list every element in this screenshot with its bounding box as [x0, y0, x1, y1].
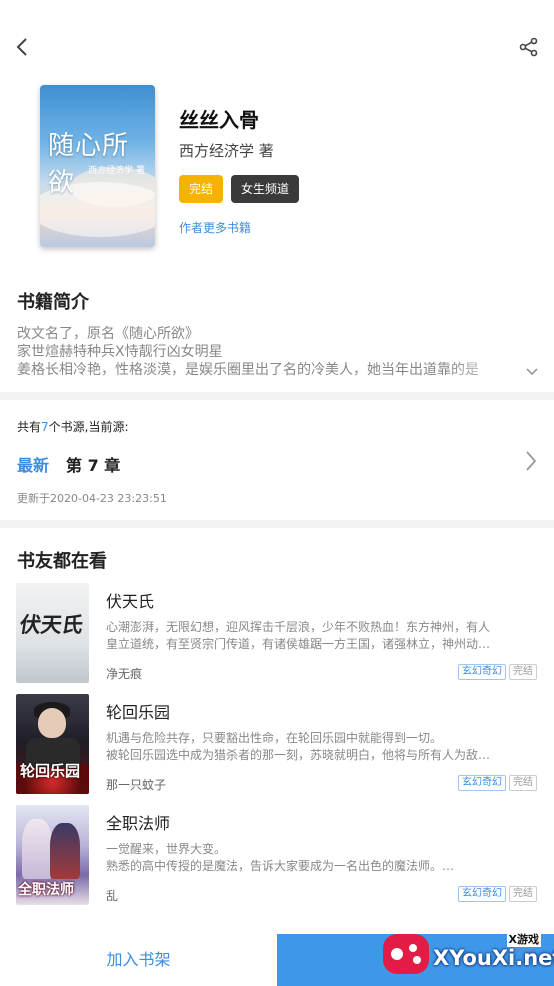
chevron-right-icon[interactable] — [524, 450, 538, 472]
chevron-left-icon — [16, 38, 27, 56]
gamepad-icon — [383, 934, 429, 974]
status-badge: 完结 — [509, 664, 537, 680]
thumb-figure — [22, 819, 52, 879]
watermark-brand: XYouXi.net — [433, 946, 554, 970]
intro-line: 家世煊赫特种兵X恃靓行凶女明星 — [17, 344, 223, 360]
rec-book-title: 伏天氏 — [106, 592, 155, 611]
source-count: 共有7个书源,当前源: — [17, 418, 129, 435]
latest-chapter[interactable]: 第 7 章 — [66, 452, 120, 476]
thumb-title: 全职法师 — [18, 882, 74, 898]
update-timestamp: 更新于2020-04-23 23:23:51 — [17, 492, 167, 505]
watermark-logo: XYouXi.net X游戏 — [383, 930, 554, 982]
desc-line: 机遇与危险共存，只要豁出性命，在轮回乐园中就能得到一切。 — [106, 731, 443, 745]
share-icon — [519, 37, 538, 57]
book-thumbnail: 轮回乐园 — [16, 694, 89, 794]
section-divider — [0, 520, 554, 528]
book-intro[interactable]: 改文名了，原名《随心所欲》 家世煊赫特种兵X恃靓行凶女明星 姜格长相冷艳，性格淡… — [17, 325, 527, 379]
genre-badge: 玄幻奇幻 — [458, 664, 506, 680]
book-header: 随心所欲 西方经济学 著 丝丝入骨 西方经济学 著 完结 女生频道 作者更多书籍 — [0, 80, 554, 260]
chevron-down-icon[interactable] — [525, 366, 539, 378]
section-divider — [0, 392, 554, 400]
thumb-figure — [38, 708, 66, 738]
intro-heading: 书籍简介 — [17, 292, 89, 313]
genre-badge: 玄幻奇幻 — [458, 886, 506, 902]
top-bar — [0, 0, 554, 80]
thumb-title: 伏天氏 — [18, 612, 85, 637]
rec-book-author: 乱 — [106, 889, 119, 903]
share-button[interactable] — [516, 34, 542, 60]
add-to-shelf-button[interactable]: 加入书架 — [0, 934, 277, 986]
rec-book-title: 轮回乐园 — [106, 703, 171, 722]
cover-author: 西方经济学 著 — [88, 166, 145, 176]
rec-book-desc: 心潮澎湃，无限幻想，迎风挥击千层浪，少年不败热血！东方神州，有人 皇立道统，有至… — [106, 619, 536, 653]
book-title: 丝丝入骨 — [179, 108, 259, 132]
latest-label: 最新 — [17, 456, 50, 475]
source-count-number: 7 — [41, 420, 49, 434]
desc-line: 被轮回乐园选中成为猎杀者的那一刻，苏晓就明白，他将与所有人为敌… — [106, 748, 491, 762]
list-item[interactable]: 轮回乐园 轮回乐园 机遇与危险共存，只要豁出性命，在轮回乐园中就能得到一切。 被… — [0, 694, 554, 798]
desc-line: 皇立道统，有至贤宗门传道，有诸侯雄踞一方王国，诸强林立，神州动… — [106, 637, 491, 651]
thumb-figure — [50, 823, 80, 879]
book-thumbnail: 全职法师 — [16, 805, 89, 905]
book-author: 西方经济学 著 — [179, 142, 274, 160]
channel-badge: 女生频道 — [231, 175, 300, 203]
intro-line: 姜格长相冷艳，性格淡漠，是娱乐圈里出了名的冷美人，她当年出道靠的是 — [17, 361, 527, 379]
book-thumbnail: 伏天氏 — [16, 583, 89, 683]
desc-line: 心潮澎湃，无限幻想，迎风挥击千层浪，少年不败热血！东方神州，有人 — [106, 620, 491, 634]
source-suffix: 个书源,当前源: — [48, 420, 129, 434]
status-badge: 完结 — [509, 775, 537, 791]
intro-line: 改文名了，原名《随心所欲》 — [17, 326, 199, 342]
back-button[interactable] — [10, 34, 34, 60]
genre-badge: 玄幻奇幻 — [458, 775, 506, 791]
rec-book-title: 全职法师 — [106, 814, 171, 833]
list-item[interactable]: 伏天氏 伏天氏 心潮澎湃，无限幻想，迎风挥击千层浪，少年不败热血！东方神州，有人… — [0, 583, 554, 687]
rec-book-desc: 机遇与危险共存，只要豁出性命，在轮回乐园中就能得到一切。 被轮回乐园选中成为猎杀… — [106, 730, 536, 764]
cover-title: 随心所欲 — [48, 131, 130, 198]
rec-book-author: 那一只蚊子 — [106, 778, 167, 792]
status-badge: 完结 — [179, 175, 224, 203]
book-cover[interactable]: 随心所欲 西方经济学 著 — [40, 85, 155, 247]
source-prefix: 共有 — [17, 420, 42, 434]
thumb-title: 轮回乐园 — [20, 762, 81, 780]
recommend-heading: 书友都在看 — [17, 551, 107, 572]
rec-book-desc: 一觉醒来，世界大变。 熟悉的高中传授的是魔法，告诉大家要成为一名出色的魔法师。… — [106, 841, 536, 875]
watermark-cn: X游戏 — [506, 931, 541, 947]
desc-line: 一觉醒来，世界大变。 — [106, 842, 227, 856]
list-item[interactable]: 全职法师 全职法师 一觉醒来，世界大变。 熟悉的高中传授的是魔法，告诉大家要成为… — [0, 805, 554, 909]
rec-book-author: 净无痕 — [106, 667, 143, 681]
desc-line: 熟悉的高中传授的是魔法，告诉大家要成为一名出色的魔法师。… — [106, 859, 455, 873]
author-more-books-link[interactable]: 作者更多书籍 — [179, 219, 251, 236]
status-badge: 完结 — [509, 886, 537, 902]
